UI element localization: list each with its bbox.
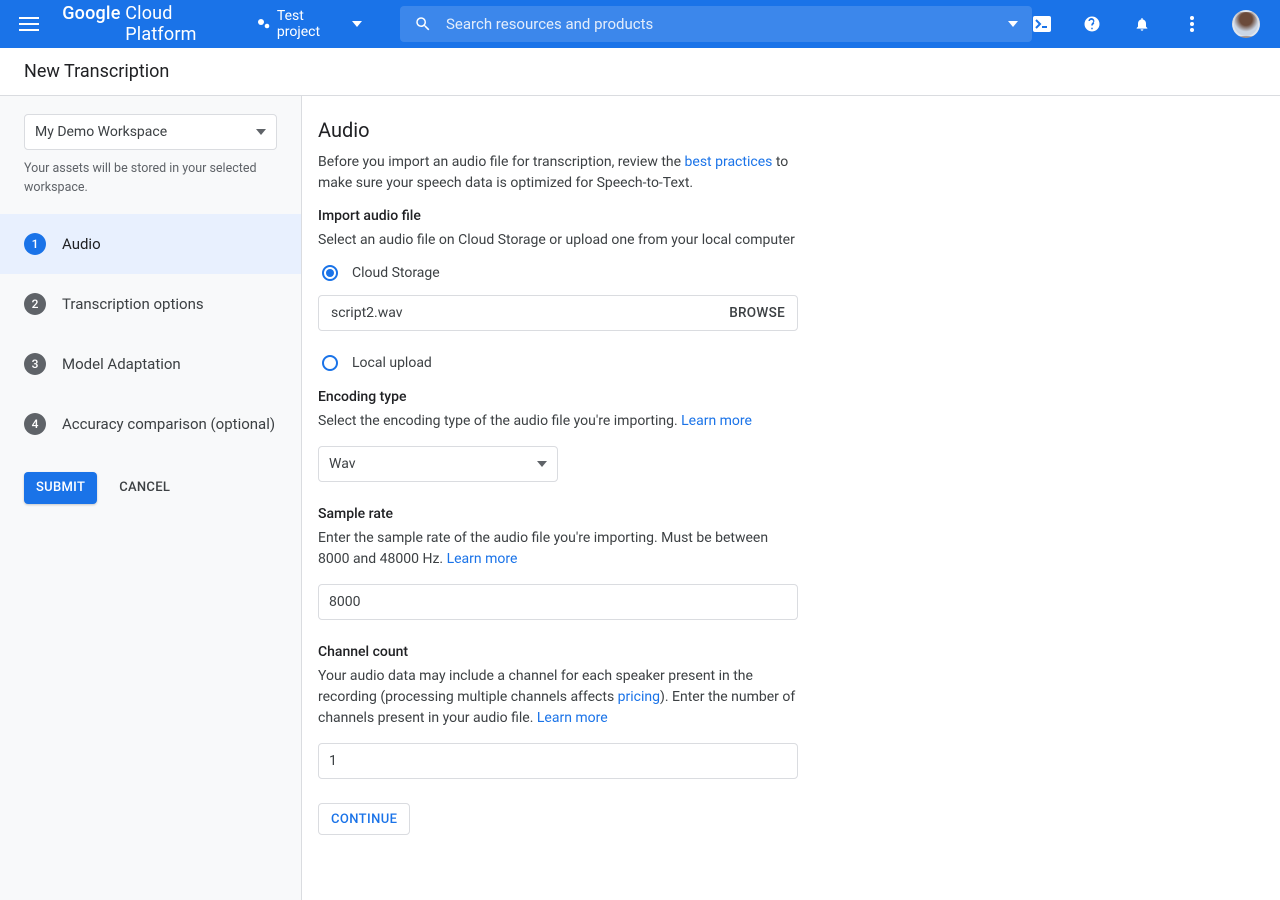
step-label: Transcription options <box>62 295 204 313</box>
hamburger-icon[interactable] <box>18 12 40 36</box>
step-audio[interactable]: 1 Audio <box>0 214 301 274</box>
sample-rate-desc: Enter the sample rate of the audio file … <box>318 528 798 570</box>
submit-button[interactable]: SUBMIT <box>24 472 97 504</box>
sample-rate-title: Sample rate <box>318 506 798 522</box>
page-title-bar: New Transcription <box>0 48 1280 96</box>
sample-rate-input[interactable] <box>318 584 798 620</box>
main-panel: Audio Before you import an audio file fo… <box>302 96 1280 900</box>
radio-selected-icon <box>322 265 338 281</box>
header-actions <box>1032 10 1272 38</box>
step-accuracy-comparison[interactable]: 4 Accuracy comparison (optional) <box>0 394 301 454</box>
sample-learn-more-link[interactable]: Learn more <box>447 551 518 567</box>
caret-down-icon <box>352 21 362 27</box>
best-practices-link[interactable]: best practices <box>685 154 773 170</box>
project-selector[interactable]: Test project <box>257 8 362 40</box>
radio-cloud-storage[interactable]: Cloud Storage <box>322 265 798 281</box>
step-label: Audio <box>62 235 101 253</box>
continue-button[interactable]: CONTINUE <box>318 803 410 835</box>
import-title: Import audio file <box>318 208 798 224</box>
notifications-icon[interactable] <box>1132 14 1152 34</box>
encoding-learn-more-link[interactable]: Learn more <box>681 413 752 429</box>
user-avatar[interactable] <box>1232 10 1260 38</box>
search-input[interactable] <box>446 15 1008 33</box>
step-number: 1 <box>24 233 46 255</box>
step-label: Model Adaptation <box>62 355 181 373</box>
step-model-adaptation[interactable]: 3 Model Adaptation <box>0 334 301 394</box>
channel-count-desc: Your audio data may include a channel fo… <box>318 666 798 729</box>
page-title: New Transcription <box>24 61 169 82</box>
workspace-select[interactable]: My Demo Workspace <box>24 114 277 150</box>
channel-count-input[interactable] <box>318 743 798 779</box>
workspace-note: Your assets will be stored in your selec… <box>24 160 277 198</box>
search-dropdown-icon[interactable] <box>1008 21 1018 27</box>
channel-learn-more-link[interactable]: Learn more <box>537 710 608 726</box>
top-bar: Google Cloud Platform Test project <box>0 0 1280 48</box>
step-transcription-options[interactable]: 2 Transcription options <box>0 274 301 334</box>
search-icon <box>414 15 432 33</box>
step-label: Accuracy comparison (optional) <box>62 415 275 433</box>
workspace-value: My Demo Workspace <box>35 124 167 140</box>
encoding-value: Wav <box>329 456 356 472</box>
cloud-file-input[interactable] <box>331 305 729 321</box>
project-icon <box>257 17 271 31</box>
cloud-shell-icon[interactable] <box>1032 14 1052 34</box>
step-number: 3 <box>24 353 46 375</box>
more-vert-icon[interactable] <box>1182 14 1202 34</box>
section-audio-title: Audio <box>318 118 798 142</box>
cloud-file-field[interactable]: BROWSE <box>318 295 798 331</box>
search-box[interactable] <box>400 6 1032 42</box>
encoding-select[interactable]: Wav <box>318 446 558 482</box>
chevron-down-icon <box>256 129 266 135</box>
help-icon[interactable] <box>1082 14 1102 34</box>
radio-unselected-icon <box>322 355 338 371</box>
encoding-title: Encoding type <box>318 389 798 405</box>
sidebar: My Demo Workspace Your assets will be st… <box>0 96 302 900</box>
step-number: 2 <box>24 293 46 315</box>
pricing-link[interactable]: pricing <box>618 689 660 705</box>
step-number: 4 <box>24 413 46 435</box>
import-desc: Select an audio file on Cloud Storage or… <box>318 230 798 251</box>
browse-button[interactable]: BROWSE <box>729 305 785 321</box>
channel-count-title: Channel count <box>318 644 798 660</box>
cancel-button[interactable]: CANCEL <box>119 480 170 495</box>
platform-logo[interactable]: Google Cloud Platform <box>62 3 235 45</box>
encoding-desc: Select the encoding type of the audio fi… <box>318 411 798 432</box>
chevron-down-icon <box>537 461 547 467</box>
section-audio-desc: Before you import an audio file for tran… <box>318 152 798 194</box>
radio-local-upload[interactable]: Local upload <box>322 355 798 371</box>
project-name: Test project <box>277 8 342 40</box>
